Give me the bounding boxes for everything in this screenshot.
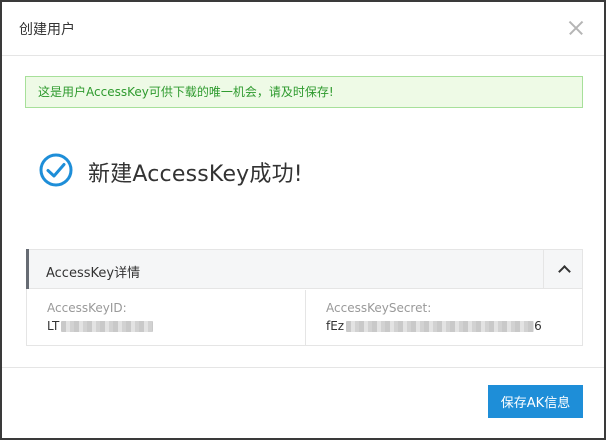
- panel-accent-bar: [26, 249, 29, 289]
- accesskey-secret-value: fEz 6: [326, 319, 542, 333]
- panel-title: AccessKey详情: [46, 266, 141, 281]
- save-ak-info-button[interactable]: 保存AK信息: [488, 385, 583, 418]
- panel-body: AccessKeyID: LT AccessKeySecret: fEz 6: [27, 290, 582, 345]
- accesskey-id-label: AccessKeyID:: [47, 301, 127, 315]
- panel-header: AccessKey详情: [26, 249, 582, 289]
- accesskey-secret-prefix: fEz: [326, 319, 345, 333]
- close-icon[interactable]: [565, 17, 587, 39]
- chevron-up-icon[interactable]: [543, 250, 582, 289]
- accesskey-secret-label: AccessKeySecret:: [326, 301, 432, 315]
- accesskey-secret-suffix: 6: [534, 319, 542, 333]
- masked-value: [61, 320, 154, 332]
- accesskey-id-value: LT: [47, 319, 154, 333]
- footer-divider: [2, 367, 604, 368]
- accesskey-details-panel: AccessKey详情 AccessKeyID: LT AccessKeySec…: [26, 249, 583, 346]
- warning-alert: 这是用户AccessKey可供下载的唯一机会，请及时保存!: [25, 76, 583, 108]
- column-divider: [305, 290, 306, 345]
- create-user-dialog: 创建用户 这是用户AccessKey可供下载的唯一机会，请及时保存! 新建Acc…: [0, 0, 606, 440]
- masked-value: [346, 320, 535, 332]
- accesskey-id-prefix: LT: [47, 319, 60, 333]
- success-message: 新建AccessKey成功!: [88, 162, 303, 187]
- dialog-title: 创建用户: [19, 22, 75, 38]
- check-circle-icon: [39, 153, 73, 187]
- dialog-header: 创建用户: [2, 2, 604, 56]
